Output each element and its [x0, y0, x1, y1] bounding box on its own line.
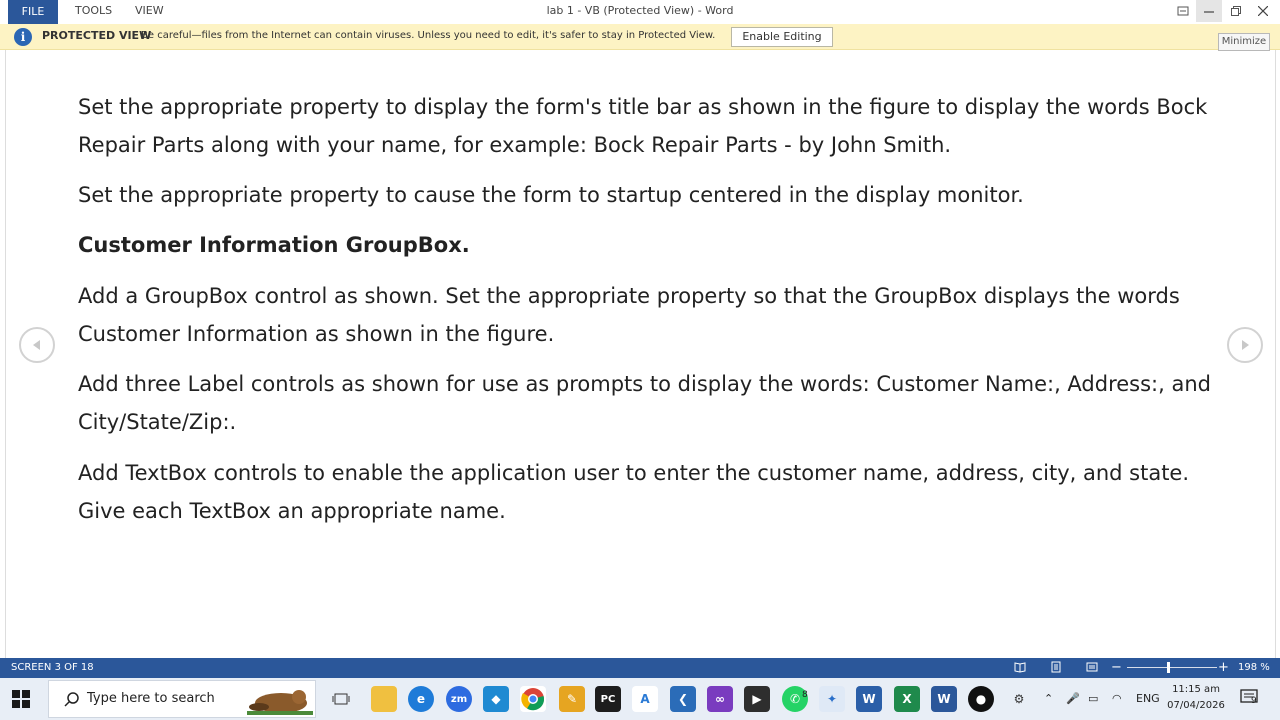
clock[interactable]: 11:15 am 07/04/2026	[1164, 682, 1228, 714]
excel-like-app-icon[interactable]: X	[894, 686, 920, 712]
zoom-out-button[interactable]: −	[1111, 658, 1122, 678]
taskbar: Type here to search e zm ◆ ✎ PC A ❮ ∞ ▶ …	[0, 678, 1280, 720]
ribbon-display-options-button[interactable]	[1170, 0, 1196, 22]
media-app-icon[interactable]: ▶	[744, 686, 770, 712]
wifi-icon[interactable]: ◠	[1112, 678, 1122, 720]
status-bar: SCREEN 3 OF 18 − + 198 %	[0, 658, 1280, 678]
pinned-app-icon[interactable]: ✦	[819, 686, 845, 712]
zoom-slider-track[interactable]	[1127, 667, 1217, 668]
heading-customer-information: Customer Information GroupBox.	[78, 233, 470, 257]
arrow-left-icon	[33, 340, 40, 350]
battery-icon[interactable]: ▭	[1088, 678, 1098, 720]
pycharm-icon[interactable]: PC	[595, 686, 621, 712]
paragraph-groupbox: Add a GroupBox control as shown. Set the…	[78, 284, 1180, 346]
web-layout-icon[interactable]	[1085, 661, 1099, 675]
menu-tools[interactable]: TOOLS	[75, 0, 112, 24]
doc-divider-right	[1275, 50, 1276, 658]
azure-app-icon[interactable]: A	[632, 686, 658, 712]
notifications-badge: 9	[1251, 696, 1257, 706]
print-layout-icon[interactable]	[1049, 661, 1063, 675]
clock-time: 11:15 am	[1172, 684, 1220, 695]
minimize-tooltip: Minimize	[1218, 33, 1270, 51]
whatsapp-badge: 8	[802, 690, 808, 700]
zoom-in-button[interactable]: +	[1218, 658, 1229, 678]
obs-icon[interactable]: ●	[968, 686, 994, 712]
menu-view[interactable]: VIEW	[135, 0, 164, 24]
task-view-icon[interactable]	[328, 686, 354, 712]
word-icon[interactable]: W	[931, 686, 957, 712]
menu-file[interactable]: FILE	[8, 0, 58, 24]
protected-view-title: PROTECTED VIEW	[42, 29, 152, 42]
read-mode-icon[interactable]	[1013, 661, 1027, 675]
close-icon	[1258, 6, 1268, 16]
search-icon	[64, 692, 79, 707]
doc-divider-left	[5, 50, 6, 658]
mysql-workbench-icon[interactable]: W	[856, 686, 882, 712]
vscode-icon[interactable]: ◆	[483, 686, 509, 712]
taskbar-search-box[interactable]: Type here to search	[48, 680, 316, 718]
tools-app-icon[interactable]: ✎	[559, 686, 585, 712]
restore-icon	[1231, 6, 1241, 16]
protected-view-message: Be careful—files from the Internet can c…	[141, 30, 716, 41]
clock-date: 07/04/2026	[1167, 700, 1225, 711]
settings-gear-icon[interactable]: ⚙	[1006, 686, 1032, 712]
zoom-level[interactable]: 198 %	[1238, 658, 1270, 678]
windows-start-icon[interactable]	[10, 688, 32, 710]
zoom-app-icon[interactable]: zm	[446, 686, 472, 712]
window-title: lab 1 - VB (Protected View) - Word	[546, 4, 734, 17]
next-screen-button[interactable]	[1227, 327, 1263, 363]
protected-view-bar: i PROTECTED VIEW Be careful—files from t…	[0, 24, 1280, 50]
chrome-icon[interactable]	[520, 686, 546, 712]
ribbon-display-icon	[1177, 6, 1189, 16]
input-language[interactable]: ENG	[1136, 678, 1160, 720]
restore-button[interactable]	[1223, 0, 1249, 22]
minimize-button[interactable]	[1196, 0, 1222, 22]
info-icon: i	[14, 28, 32, 46]
enable-editing-button[interactable]: Enable Editing	[731, 27, 833, 47]
search-highlight-beaver-icon	[247, 690, 313, 715]
close-button[interactable]	[1250, 0, 1276, 22]
arrow-right-icon	[1242, 340, 1249, 350]
screen-counter: SCREEN 3 OF 18	[11, 662, 94, 673]
paragraph-title-bar: Set the appropriate property to display …	[78, 95, 1208, 157]
previous-screen-button[interactable]	[19, 327, 55, 363]
paragraph-startup: Set the appropriate property to cause th…	[78, 183, 1024, 207]
tray-chevron-up-icon[interactable]: ⌃	[1044, 678, 1053, 720]
zoom-slider-thumb[interactable]	[1167, 662, 1170, 673]
paragraph-labels: Add three Label controls as shown for us…	[78, 372, 1211, 434]
file-explorer-icon[interactable]	[371, 686, 397, 712]
paragraph-textboxes: Add TextBox controls to enable the appli…	[78, 461, 1190, 523]
search-placeholder: Type here to search	[87, 691, 215, 706]
edge-icon[interactable]: e	[408, 686, 434, 712]
microphone-icon[interactable]: 🎤	[1066, 678, 1080, 720]
title-bar: FILE TOOLS VIEW lab 1 - VB (Protected Vi…	[0, 0, 1280, 24]
visual-studio-icon[interactable]: ∞	[707, 686, 733, 712]
minimize-icon	[1204, 11, 1214, 13]
chevron-app-icon[interactable]: ❮	[670, 686, 696, 712]
